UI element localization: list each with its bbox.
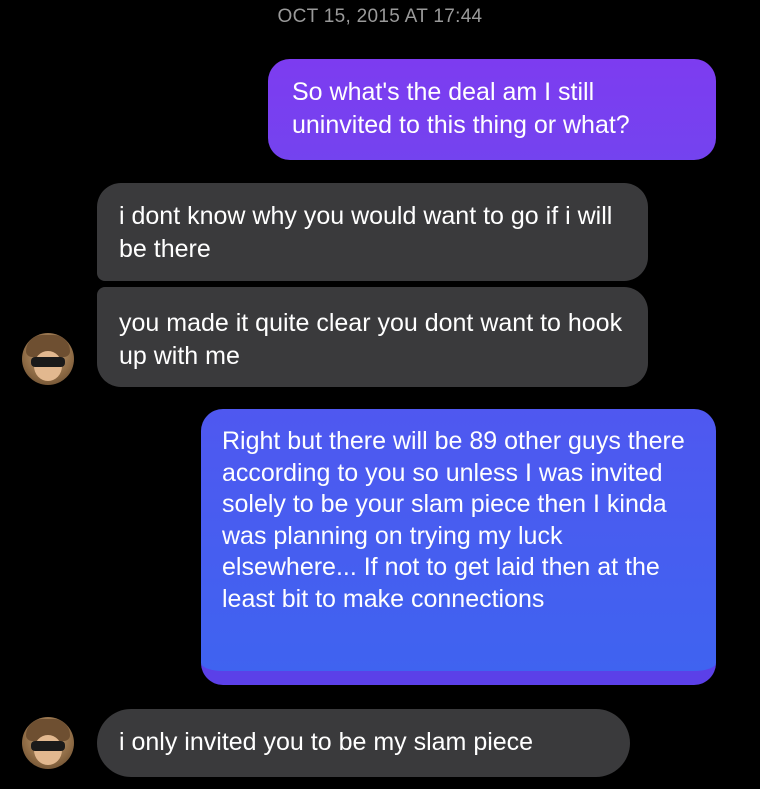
message-bubble-incoming[interactable]: i only invited you to be my slam piece xyxy=(97,709,630,777)
message-bubble-outgoing[interactable]: So what's the deal am I still uninvited … xyxy=(268,59,716,160)
avatar-sunglasses xyxy=(31,741,65,751)
message-bubble-outgoing[interactable]: Right but there will be 89 other guys th… xyxy=(201,409,716,685)
user-avatar-icon[interactable] xyxy=(22,717,74,769)
message-bubble-incoming[interactable]: you made it quite clear you dont want to… xyxy=(97,287,648,387)
avatar-sunglasses xyxy=(31,357,65,367)
message-bubble-incoming[interactable]: i dont know why you would want to go if … xyxy=(97,183,648,281)
user-avatar-icon[interactable] xyxy=(22,333,74,385)
timestamp: OCT 15, 2015 AT 17:44 xyxy=(277,6,483,27)
